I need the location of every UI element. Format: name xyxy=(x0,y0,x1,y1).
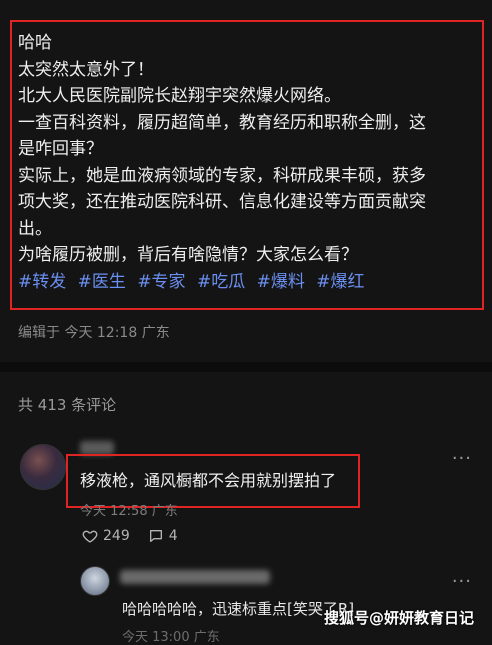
post-line: 为啥履历被删，背后有啥隐情？大家怎么看？ xyxy=(18,245,358,265)
section-divider xyxy=(0,362,492,372)
like-count: 249 xyxy=(103,528,130,544)
comments-count: 共 413 条评论 xyxy=(18,396,117,414)
reply-button[interactable]: 4 xyxy=(148,528,178,544)
tag-link[interactable]: #转发 xyxy=(18,272,66,292)
heart-icon xyxy=(82,530,98,543)
commenter-name-blurred[interactable] xyxy=(80,441,114,455)
post-line: 哈哈 xyxy=(18,33,52,53)
tag-link[interactable]: #爆料 xyxy=(257,272,305,292)
reply-count: 4 xyxy=(168,528,178,544)
replier-avatar[interactable] xyxy=(80,566,110,596)
tag-link[interactable]: #专家 xyxy=(137,272,185,292)
more-options-icon[interactable]: ··· xyxy=(452,448,472,469)
reply-timestamp: 今天 13:00 广东 xyxy=(122,630,220,645)
post-body: 哈哈 太突然太意外了！ 北大人民医院副院长赵翔宇突然爆火网络。 一查百科资料，履… xyxy=(18,30,480,295)
more-options-icon[interactable]: ··· xyxy=(452,571,472,592)
post-line: 是咋回事？ xyxy=(18,139,103,159)
tag-link[interactable]: #吃瓜 xyxy=(197,272,245,292)
like-button[interactable]: 249 xyxy=(82,528,130,544)
post-line: 项大奖，还在推动医院科研、信息化建设等方面贡献突 xyxy=(18,192,426,212)
watermark: 搜狐号@妍妍教育日记 xyxy=(323,609,474,627)
post-line: 北大人民医院副院长赵翔宇突然爆火网络。 xyxy=(18,86,341,106)
post-line: 太突然太意外了！ xyxy=(18,59,154,80)
tag-link[interactable]: #医生 xyxy=(78,272,126,292)
reply-text: 哈哈哈哈哈，迅速标重点[笑哭了R] xyxy=(122,600,355,618)
post-line: 实际上，她是血液病领域的专家，科研成果丰硕，获多 xyxy=(18,165,426,186)
comment-bubble-icon xyxy=(149,530,162,542)
post-line: 出。 xyxy=(18,218,52,239)
comment-text: 移液枪，通风橱都不会用就别摆拍了 xyxy=(80,471,337,490)
tag-link[interactable]: #爆红 xyxy=(316,272,364,292)
tag-list: #转发 #医生 #专家 #吃瓜 #爆料 #爆红 xyxy=(18,269,480,296)
commenter-avatar[interactable] xyxy=(20,444,66,490)
post-edited-meta: 编辑于 今天 12:18 广东 xyxy=(18,325,170,341)
comment-actions: 249 4 xyxy=(82,528,178,544)
post-line: 一查百科资料，履历超简单，教育经历和职称全删，这 xyxy=(18,112,426,133)
replier-name-blurred[interactable] xyxy=(120,570,270,584)
comment-timestamp: 今天 12:58 广东 xyxy=(80,504,178,519)
